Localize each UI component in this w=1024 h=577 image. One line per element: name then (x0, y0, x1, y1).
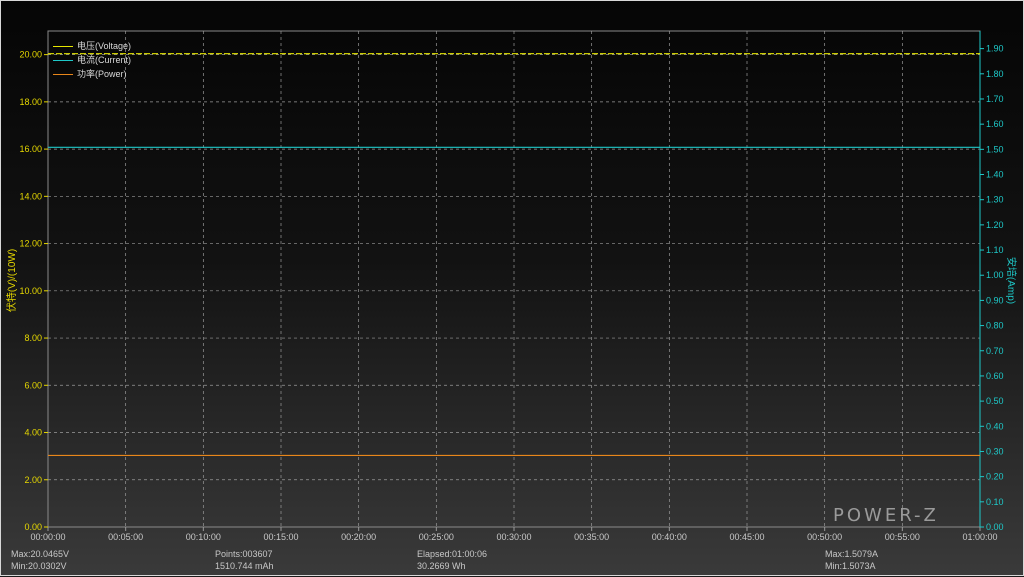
y-right-axis-title: 安培(Amp) (1005, 256, 1017, 305)
y-right-tick-label: 0.10 (986, 497, 1004, 507)
x-tick-label: 00:35:00 (574, 532, 609, 542)
x-tick-label: 00:40:00 (652, 532, 687, 542)
y-left-tick-label: 0.00 (24, 522, 42, 532)
legend-current: 电流(Current) (53, 53, 131, 66)
y-left-tick-label: 6.00 (24, 380, 42, 390)
y-right-tick-label: 0.40 (986, 421, 1004, 431)
legend-label-voltage: 电压(Voltage) (77, 41, 132, 51)
x-tick-label: 00:55:00 (885, 532, 920, 542)
y-right-tick-label: 0.20 (986, 472, 1004, 482)
legend-voltage: 电压(Voltage) (53, 39, 131, 52)
current-min: Min:1.5073A (825, 561, 876, 571)
y-right-tick-label: 0.30 (986, 446, 1004, 456)
x-tick-label: 01:00:00 (962, 532, 997, 542)
y-right-tick-label: 1.70 (986, 94, 1004, 104)
y-right-tick-label: 1.10 (986, 245, 1004, 255)
y-right-tick-label: 1.40 (986, 170, 1004, 180)
energy-wh: 30.2669 Wh (417, 561, 466, 571)
y-left-tick-label: 12.00 (19, 239, 42, 249)
y-right-tick-label: 1.50 (986, 144, 1004, 154)
legend-power: 功率(Power) (53, 67, 127, 80)
current-max: Max:1.5079A (825, 549, 879, 559)
x-tick-label: 00:00:00 (30, 532, 65, 542)
y-right-tick-label: 0.50 (986, 396, 1004, 406)
x-tick-label: 00:15:00 (263, 532, 298, 542)
legend-swatch-power (53, 74, 73, 76)
legend-swatch-current (53, 60, 73, 62)
y-left-tick-label: 18.00 (19, 97, 42, 107)
y-right-tick-label: 1.80 (986, 69, 1004, 79)
y-left-axis-title: 伏特(V)/(10W) (7, 248, 19, 313)
y-right-tick-label: 0.70 (986, 346, 1004, 356)
y-left-tick-label: 2.00 (24, 475, 42, 485)
x-tick-label: 00:25:00 (419, 532, 454, 542)
y-right-tick-label: 0.60 (986, 371, 1004, 381)
points-count: Points:003607 (215, 549, 273, 559)
y-left-tick-label: 20.00 (19, 50, 42, 60)
voltage-min: Min:20.0302V (11, 561, 67, 571)
y-right-tick-label: 1.30 (986, 195, 1004, 205)
power-z-logo: POWER-Z (833, 505, 939, 526)
y-left-tick-label: 4.00 (24, 428, 42, 438)
x-tick-label: 00:05:00 (108, 532, 143, 542)
voltage-max: Max:20.0465V (11, 549, 70, 559)
y-right-tick-label: 0.80 (986, 321, 1004, 331)
y-left-tick-label: 16.00 (19, 144, 42, 154)
y-right-tick-label: 1.20 (986, 220, 1004, 230)
y-right-tick-label: 1.60 (986, 119, 1004, 129)
y-right-tick-label: 0.90 (986, 295, 1004, 305)
y-left-tick-label: 10.00 (19, 286, 42, 296)
x-tick-label: 00:50:00 (807, 532, 842, 542)
y-right-tick-label: 1.00 (986, 270, 1004, 280)
elapsed-time: Elapsed:01:00:06 (417, 549, 488, 559)
x-tick-label: 00:45:00 (729, 532, 764, 542)
legend-swatch-voltage (53, 46, 73, 48)
capacity-mah: 1510.744 mAh (215, 561, 274, 571)
y-left-tick-label: 8.00 (24, 333, 42, 343)
x-tick-label: 00:10:00 (186, 532, 221, 542)
x-tick-label: 00:30:00 (496, 532, 531, 542)
y-right-tick-label: 1.90 (986, 44, 1004, 54)
y-left-tick-label: 14.00 (19, 191, 42, 201)
legend-label-power: 功率(Power) (77, 69, 127, 79)
line-chart: 00:00:00 00:05:00 00:10:00 00:15:00 00:20:00… (19, 30, 1004, 542)
chart-window: 00:00:00 00:05:00 00:10:00 00:15:00 00:20:00… (0, 0, 1024, 576)
y-right-tick-label: 0.00 (986, 522, 1004, 532)
x-tick-label: 00:20:00 (341, 532, 376, 542)
legend-label-current: 电流(Current) (77, 55, 132, 65)
